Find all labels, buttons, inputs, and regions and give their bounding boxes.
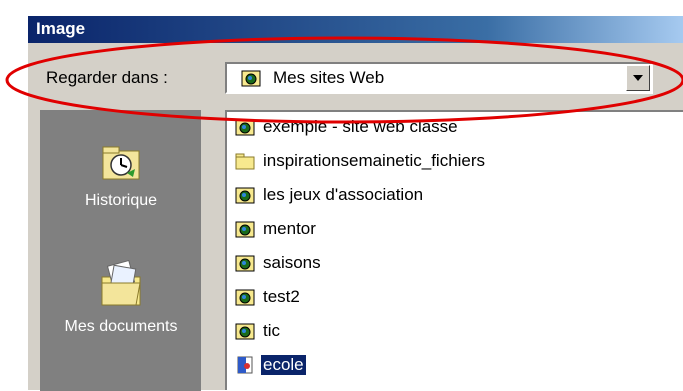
list-item[interactable]: saisons: [235, 250, 323, 276]
file-name: tic: [263, 321, 280, 340]
place-history[interactable]: Historique: [41, 139, 201, 210]
web-file-icon: [237, 356, 253, 374]
list-item[interactable]: mentor: [235, 216, 318, 242]
globe-folder-icon: [235, 323, 255, 340]
file-list[interactable]: exemple - site web classe inspirationsem…: [225, 110, 683, 390]
place-my-documents-label: Mes documents: [64, 318, 178, 335]
places-bar: Historique Mes documents: [40, 110, 201, 391]
file-name: test2: [263, 287, 300, 306]
look-in-label: Regarder dans :: [46, 68, 168, 87]
file-name: exemple - site web classe: [263, 117, 458, 136]
title-bar[interactable]: Image: [28, 16, 683, 43]
file-name: ecole: [261, 355, 306, 375]
globe-folder-icon: [235, 255, 255, 272]
file-name: saisons: [263, 253, 321, 272]
globe-folder-icon: [241, 70, 261, 87]
file-dialog: Regarder dans : Mes sites Web Historique: [28, 43, 683, 391]
dropdown-button[interactable]: [626, 65, 650, 91]
place-my-documents[interactable]: Mes documents: [41, 259, 201, 336]
list-item[interactable]: exemple - site web classe: [235, 114, 460, 140]
list-item[interactable]: test2: [235, 284, 302, 310]
globe-folder-icon: [235, 289, 255, 306]
list-item[interactable]: tic: [235, 318, 282, 344]
history-icon: [102, 146, 140, 180]
place-history-label: Historique: [84, 192, 158, 209]
chevron-down-icon: [633, 75, 643, 81]
look-in-dropdown[interactable]: Mes sites Web: [225, 62, 653, 94]
window-title: Image: [36, 19, 86, 38]
list-item[interactable]: les jeux d'association: [235, 182, 425, 208]
folder-icon: [235, 153, 255, 170]
look-in-value: Mes sites Web: [273, 68, 385, 87]
my-documents-icon: [101, 259, 141, 306]
file-name: inspirationsemainetic_fichiers: [263, 151, 486, 170]
file-name: les jeux d'association: [263, 185, 424, 204]
file-name: mentor: [263, 219, 316, 238]
list-item[interactable]: ecole: [235, 352, 306, 378]
globe-folder-icon: [235, 119, 255, 136]
globe-folder-icon: [235, 187, 255, 204]
globe-folder-icon: [235, 221, 255, 238]
list-item[interactable]: inspirationsemainetic_fichiers: [235, 148, 487, 174]
